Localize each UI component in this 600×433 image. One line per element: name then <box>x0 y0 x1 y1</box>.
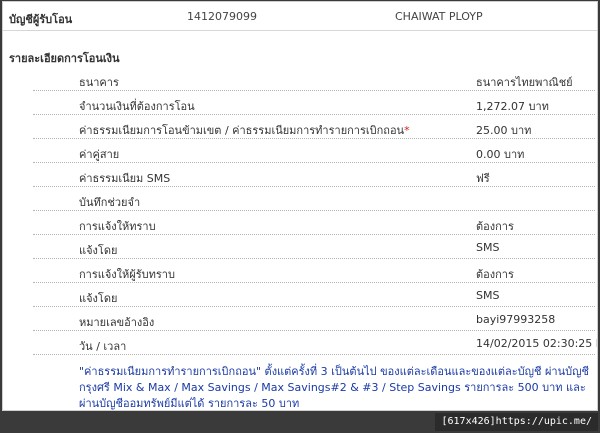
detail-value: ต้องการ <box>476 220 514 233</box>
detail-row-memo: บันทึกช่วยจำ <box>33 187 595 211</box>
detail-label: ค่าคู่สาย <box>79 148 120 161</box>
detail-value: SMS <box>476 289 500 302</box>
detail-value: bayi97993258 <box>476 313 556 326</box>
detail-row-notify-by: แจ้งโดย SMS <box>33 235 595 259</box>
detail-label: แจ้งโดย <box>79 292 118 305</box>
detail-row-datetime: วัน / เวลา 14/02/2015 02:30:25 PM <box>33 331 597 355</box>
detail-row-bank: ธนาคาร ธนาคารไทยพาณิชย์ <box>33 67 595 91</box>
detail-label: จำนวนเงินที่ต้องการโอน <box>79 100 195 113</box>
detail-row-notify: การแจ้งให้ทราบ ต้องการ <box>33 211 595 235</box>
detail-label: ค่าธรรมเนียม SMS <box>79 172 171 185</box>
required-marker: * <box>404 124 410 137</box>
detail-value: 25.00 บาท <box>476 124 532 137</box>
recipient-account-row: บัญชีผู้รับโอน 1412079099 CHAIWAT PLOYP <box>3 2 597 31</box>
detail-label: แจ้งโดย <box>79 244 118 257</box>
detail-row-notify-recipient: การแจ้งให้ผู้รับทราบ ต้องการ <box>33 259 595 283</box>
detail-value: ต้องการ <box>476 268 514 281</box>
detail-row-fee: ค่าธรรมเนียมการโอนข้ามเขต / ค่าธรรมเนียม… <box>33 115 595 139</box>
detail-row-amount: จำนวนเงินที่ต้องการโอน 1,272.07 บาท <box>33 91 595 115</box>
recipient-account-label: บัญชีผู้รับโอน <box>9 13 73 26</box>
recipient-account-name: CHAIWAT PLOYP <box>395 10 483 23</box>
detail-label: วัน / เวลา <box>79 340 127 353</box>
transfer-details-title: รายละเอียดการโอนเงิน <box>9 52 120 65</box>
recipient-account-number: 1412079099 <box>187 10 257 23</box>
detail-label: หมายเลขอ้างอิง <box>79 316 155 329</box>
transfer-confirmation-panel: บัญชีผู้รับโอน 1412079099 CHAIWAT PLOYP … <box>2 1 598 411</box>
detail-row-sms-fee: ค่าธรรมเนียม SMS ฟรี <box>33 163 595 187</box>
detail-row-recipient-notify-by: แจ้งโดย SMS <box>33 283 595 307</box>
detail-value: SMS <box>476 241 500 254</box>
detail-value: 1,272.07 บาท <box>476 100 549 113</box>
detail-label: ธนาคาร <box>79 76 119 89</box>
detail-row-reference: หมายเลขอ้างอิง bayi97993258 <box>33 307 595 331</box>
fee-footnote: "ค่าธรรมเนียมการทำรายการเบิกถอน" ตั้งแต่… <box>79 365 589 410</box>
detail-value: 0.00 บาท <box>476 148 525 161</box>
detail-label: ค่าธรรมเนียมการโอนข้ามเขต / ค่าธรรมเนียม… <box>79 121 410 139</box>
detail-label: การแจ้งให้ผู้รับทราบ <box>79 268 175 281</box>
detail-value: ฟรี <box>476 172 490 185</box>
detail-row-line-fee: ค่าคู่สาย 0.00 บาท <box>33 139 595 163</box>
detail-label-text: ค่าธรรมเนียมการโอนข้ามเขต / ค่าธรรมเนียม… <box>79 124 405 137</box>
image-host-watermark: [617x426]https://upic.me/ <box>435 413 598 431</box>
detail-label: บันทึกช่วยจำ <box>79 196 141 209</box>
detail-value: ธนาคารไทยพาณิชย์ <box>476 76 573 89</box>
detail-value: 14/02/2015 02:30:25 PM <box>476 337 597 350</box>
detail-label: การแจ้งให้ทราบ <box>79 220 156 233</box>
